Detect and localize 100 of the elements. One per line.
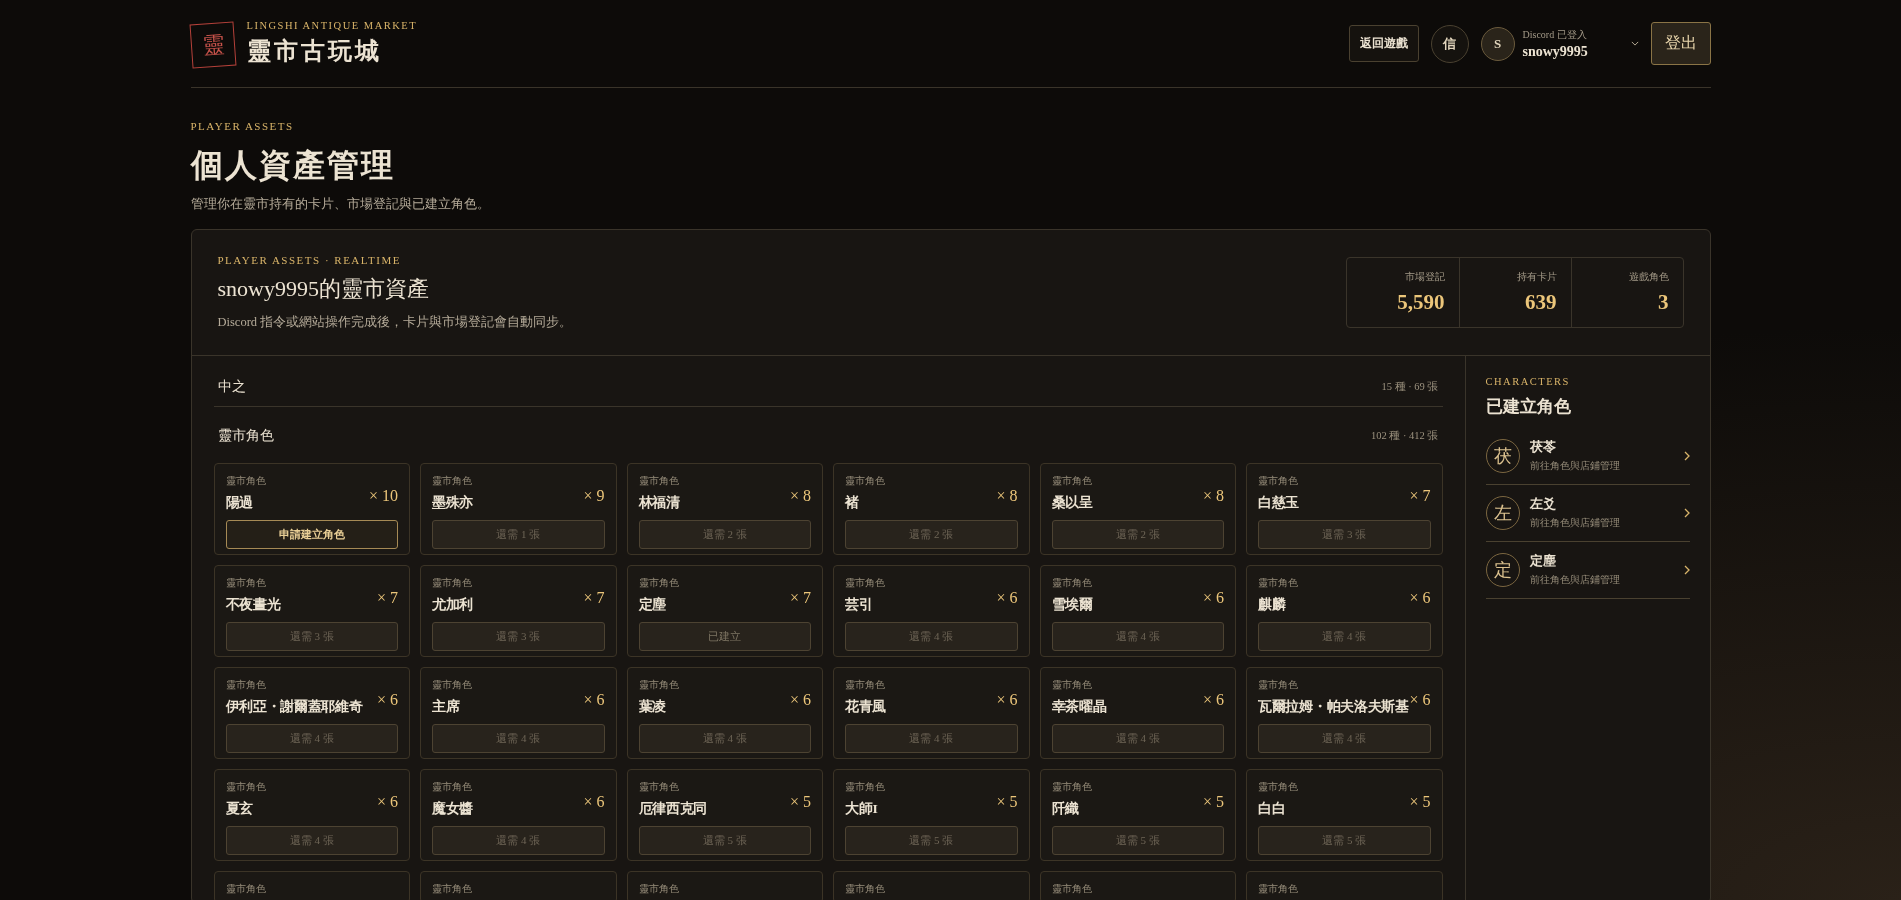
- character-name: 定塵: [1529, 553, 1557, 570]
- card-label: 靈市角色: [432, 780, 473, 794]
- card-name: 雪埃爾: [1051, 596, 1093, 614]
- card-label: 靈市角色: [845, 780, 885, 794]
- summary-title: snowy9995的靈市資產: [217, 275, 430, 303]
- card-count: × 6: [1202, 589, 1224, 607]
- character-name: 茯苓: [1529, 439, 1557, 456]
- character-link[interactable]: 定 定塵 前往角色與店鋪管理: [1485, 542, 1690, 599]
- stat-value: 3: [1657, 290, 1669, 315]
- character-link[interactable]: 左 左爻 前往角色與店鋪管理: [1485, 485, 1690, 542]
- card-label: 靈市角色: [845, 882, 885, 896]
- card-label: 靈市角色: [1258, 678, 1299, 692]
- card-label: 靈市角色: [638, 678, 679, 692]
- card-label: 靈市角色: [1051, 780, 1092, 794]
- summary-eyebrow: PLAYER ASSETS · REALTIME: [217, 254, 402, 266]
- card-label: 靈市角色: [845, 678, 886, 692]
- character-subtitle: 前往角色與店鋪管理: [1529, 459, 1621, 473]
- card-count: × 5: [1409, 793, 1431, 811]
- card-label: 靈市角色: [638, 576, 679, 590]
- card-label: 靈市角色: [1258, 474, 1299, 488]
- stat-label: 持有卡片: [1515, 270, 1557, 284]
- card-count: × 6: [376, 793, 398, 811]
- stat-value: 639: [1524, 290, 1557, 315]
- group-title: 中之: [217, 378, 246, 396]
- status-button[interactable]: 已建立: [638, 622, 811, 651]
- page-title: 個人資產管理: [190, 146, 396, 185]
- logout-button[interactable]: 登出: [1650, 22, 1711, 65]
- character-name: 左爻: [1529, 496, 1557, 513]
- card-name: 主席: [432, 698, 461, 716]
- card-label: 靈市角色: [638, 780, 680, 794]
- card-name: 白白: [1258, 800, 1287, 818]
- card-label: 靈市角色: [638, 882, 679, 896]
- card-name: 白慈玉: [1258, 494, 1300, 512]
- user-menu[interactable]: S Discord 已登入 snowy9995: [1480, 26, 1639, 61]
- card-count: × 6: [376, 691, 398, 709]
- character-subtitle: 前往角色與店鋪管理: [1529, 516, 1621, 530]
- card-label: 靈市角色: [845, 576, 885, 590]
- character-link[interactable]: 茯 茯苓 前往角色與店鋪管理: [1485, 428, 1690, 485]
- card-count: × 6: [583, 691, 605, 709]
- card-count: × 7: [789, 589, 811, 607]
- card-count: × 6: [1202, 691, 1224, 709]
- card-name: 墨殊亦: [432, 494, 474, 512]
- card-count: × 8: [1202, 487, 1224, 505]
- card-label: 靈市角色: [1051, 474, 1093, 488]
- card-count: × 5: [996, 793, 1018, 811]
- card-label: 靈市角色: [1258, 882, 1298, 896]
- group-title: 靈市角色: [217, 427, 274, 445]
- card-name: 尤加利: [432, 596, 474, 614]
- card-name: 陽過: [225, 494, 254, 512]
- card-count: × 6: [1409, 691, 1431, 709]
- card-count: × 7: [1409, 487, 1431, 505]
- group-count: 15 種 · 69 張: [1381, 380, 1439, 394]
- card-label: 靈市角色: [225, 780, 266, 794]
- card-name: 幸茶曜晶: [1051, 698, 1107, 716]
- card-count: × 7: [376, 589, 398, 607]
- group-count: 102 種 · 412 張: [1371, 429, 1439, 443]
- card-label: 靈市角色: [1051, 882, 1092, 896]
- card-name: 定塵: [638, 596, 667, 614]
- card-label: 靈市角色: [225, 474, 266, 488]
- user-name: snowy9995: [1522, 43, 1589, 60]
- stat-value: 5,590: [1396, 290, 1445, 315]
- character-subtitle: 前往角色與店鋪管理: [1529, 573, 1621, 587]
- card-count: × 5: [1202, 793, 1224, 811]
- chevron-right-icon: [1683, 565, 1690, 575]
- card-count: × 5: [789, 793, 811, 811]
- card-name: 麒麟: [1258, 596, 1287, 614]
- card-count: × 6: [996, 691, 1018, 709]
- card-label: 靈市角色: [432, 576, 473, 590]
- card-label: 靈市角色: [845, 474, 885, 488]
- card-count: × 10: [368, 487, 398, 505]
- card-name: 芸引: [845, 596, 874, 614]
- brand-name: 靈市古玩城: [246, 37, 383, 66]
- card-label: 靈市角色: [432, 678, 472, 692]
- user-avatar: S: [1480, 26, 1515, 61]
- apply-button[interactable]: 申請建立角色: [225, 520, 398, 549]
- card-label: 靈市角色: [225, 882, 266, 896]
- card-count: × 8: [789, 487, 811, 505]
- card-label: 靈市角色: [432, 474, 473, 488]
- card-name: 大師I: [845, 800, 879, 818]
- card-label: 靈市角色: [1258, 780, 1298, 794]
- stat-label: 遊戲角色: [1627, 270, 1669, 284]
- card-count: × 8: [996, 487, 1018, 505]
- mail-button[interactable]: 信: [1430, 24, 1469, 63]
- page-eyebrow: PLAYER ASSETS: [190, 120, 295, 132]
- card-count: × 6: [789, 691, 811, 709]
- card-name: 厄律西克同: [638, 800, 707, 818]
- back-to-game-button[interactable]: 返回遊戲: [1348, 25, 1419, 62]
- chevron-right-icon: [1683, 508, 1690, 518]
- sync-note: Discord 指令或網站操作完成後，卡片與市場登記會自動同步。: [217, 314, 573, 331]
- card-label: 靈市角色: [225, 678, 267, 692]
- chevron-right-icon: [1683, 451, 1690, 461]
- card-label: 靈市角色: [638, 474, 680, 488]
- card-name: 魔女醬: [432, 800, 474, 818]
- card-label: 靈市角色: [432, 882, 472, 896]
- card-count: × 6: [1409, 589, 1431, 607]
- card-label: 靈市角色: [1051, 678, 1093, 692]
- card-name: 花青風: [845, 698, 887, 716]
- card-label: 靈市角色: [225, 576, 267, 590]
- brand-eyebrow: LINGSHI ANTIQUE MARKET: [246, 20, 418, 31]
- stat-label: 市場登記: [1403, 270, 1445, 284]
